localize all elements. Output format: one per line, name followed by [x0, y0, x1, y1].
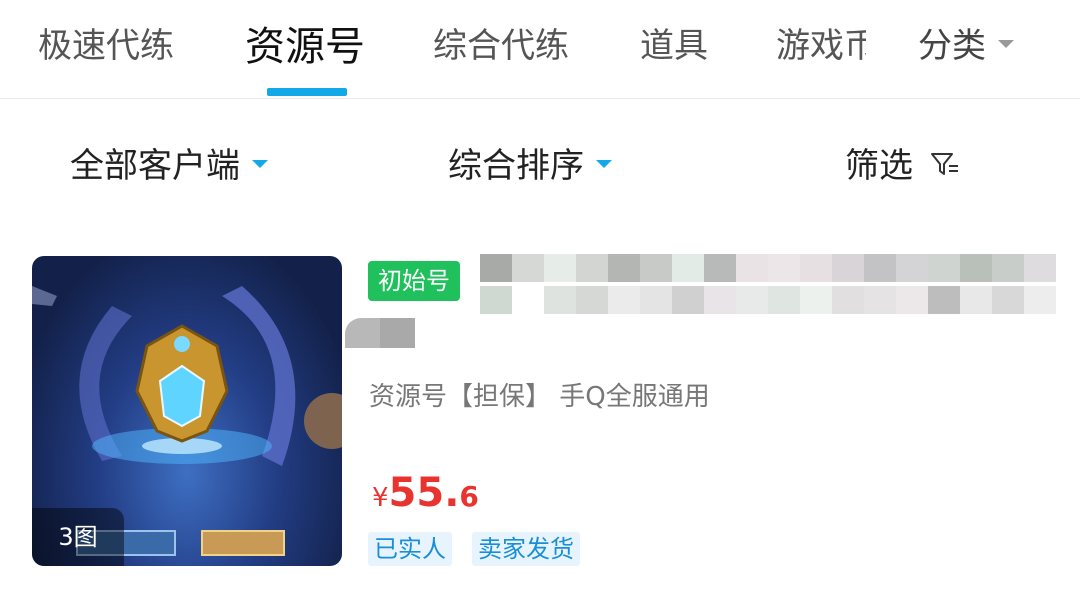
chevron-down-icon [998, 39, 1014, 48]
screen-filter-label: 筛选 [845, 146, 913, 186]
listing-price: ¥55.6 [372, 470, 479, 516]
redacted-title-line2 [480, 286, 1056, 314]
active-tab-indicator [267, 88, 347, 96]
price-currency: ¥ [372, 483, 389, 513]
client-filter-label: 全部客户端 [70, 146, 240, 186]
price-decimal: 6 [459, 480, 479, 513]
listing-thumbnail[interactable]: 3图 [32, 256, 342, 566]
category-label: 分类 [918, 26, 986, 66]
verified-badge: 已实人 [368, 532, 452, 566]
chevron-down-icon [252, 159, 268, 168]
tab-fast-boost[interactable]: 极速代练 [38, 18, 174, 67]
tab-general-boost[interactable]: 综合代练 [433, 18, 569, 67]
tab-items[interactable]: 道具 [640, 18, 708, 67]
client-filter[interactable]: 全部客户端 [70, 138, 268, 187]
sort-filter[interactable]: 综合排序 [448, 138, 612, 187]
seller-ships-badge: 卖家发货 [472, 532, 580, 566]
listing-description: 资源号【担保】 手Q全服通用 [369, 382, 710, 412]
redacted-subtitle [345, 318, 415, 348]
filter-icon [930, 152, 958, 175]
tab-game-currency[interactable]: 游戏币 [776, 18, 868, 67]
image-count-badge: 3图 [32, 508, 124, 566]
screen-filter[interactable]: 筛选 [845, 138, 960, 187]
chevron-down-icon [596, 159, 612, 168]
sort-filter-label: 综合排序 [448, 146, 584, 186]
price-integer: 55. [388, 470, 460, 516]
tab-resource-account[interactable]: 资源号 [245, 14, 365, 72]
listing-type-tag: 初始号 [368, 261, 460, 301]
category-dropdown[interactable]: 分类 [918, 18, 1014, 67]
top-tab-bar: 极速代练 资源号 综合代练 道具 游戏币 分类 [0, 0, 1080, 99]
redacted-title [480, 254, 1056, 282]
